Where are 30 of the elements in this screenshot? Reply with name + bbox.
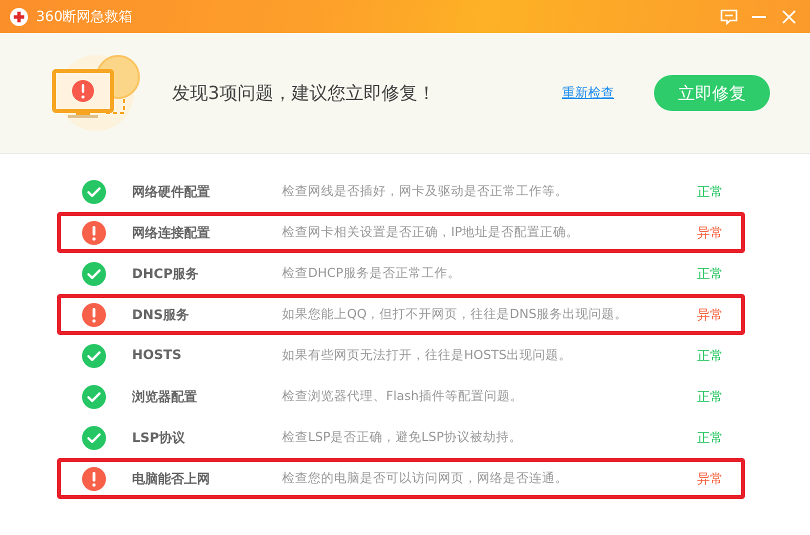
check-description: 检查DHCP服务是否正常工作。 — [282, 265, 462, 282]
minimize-icon — [752, 16, 766, 18]
window-title: 360断网急救箱 — [36, 8, 134, 26]
check-description: 检查LSP是否正确，避免LSP协议被劫持。 — [282, 429, 523, 446]
check-name: DHCP服务 — [132, 266, 200, 282]
check-description: 检查您的电脑是否可以访问网页，网络是否连通。 — [282, 470, 569, 487]
summary-message: 发现3项问题，建议您立即修复！ — [172, 82, 436, 105]
check-status: 正常 — [697, 388, 723, 406]
check-description: 检查网线是否插好，网卡及驱动是否正常工作等。 — [282, 183, 569, 200]
check-status: 异常 — [697, 470, 723, 488]
check-description: 如果有些网页无法打开，往往是HOSTS出现问题。 — [282, 347, 573, 364]
check-status: 正常 — [697, 430, 723, 446]
check-name: HOSTS — [132, 348, 183, 363]
check-description: 如果您能上QQ，但打不开网页，往往是DNS服务出现问题。 — [282, 306, 629, 323]
check-name: 浏览器配置 — [132, 388, 198, 406]
check-status: 异常 — [697, 306, 723, 324]
check-name: 网络硬件配置 — [132, 184, 211, 200]
check-status: 正常 — [697, 184, 723, 200]
check-name: 网络连接配置 — [132, 224, 211, 242]
cross-logo-icon — [10, 8, 28, 26]
recheck-link[interactable]: 重新检查 — [562, 84, 614, 102]
check-description: 检查网卡相关设置是否正确，IP地址是否配置正确。 — [282, 224, 580, 241]
check-status: 异常 — [697, 224, 723, 242]
check-name: LSP协议 — [132, 430, 186, 446]
check-description: 检查浏览器代理、Flash插件等配置问题。 — [282, 388, 524, 405]
fix-now-button[interactable]: 立即修复 — [654, 75, 770, 111]
check-name: 电脑能否上网 — [132, 470, 211, 488]
check-name: DNS服务 — [132, 306, 190, 324]
check-status: 正常 — [697, 266, 723, 282]
check-status: 正常 — [697, 348, 723, 364]
